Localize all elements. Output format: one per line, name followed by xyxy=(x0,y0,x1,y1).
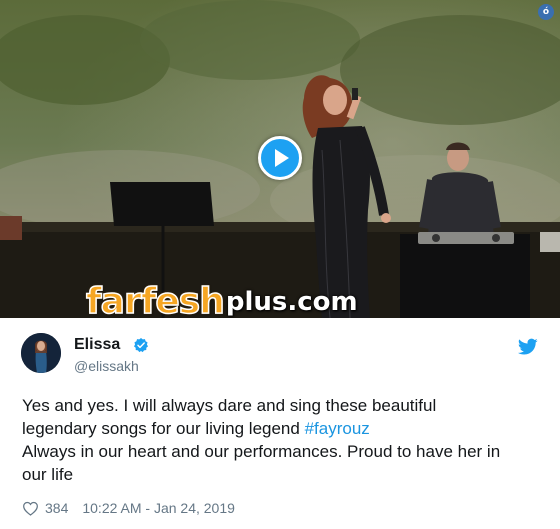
handle[interactable]: @elissakh xyxy=(74,358,139,374)
play-button[interactable] xyxy=(258,136,302,180)
video-player[interactable]: ó farfesh plus.com xyxy=(0,0,560,318)
tweet-text: Yes and yes. I will always dare and sing… xyxy=(22,394,542,486)
play-icon xyxy=(275,149,289,167)
avatar[interactable] xyxy=(21,333,61,373)
tweet-card: Elissa @elissakh Yes and yes. I will alw… xyxy=(0,318,560,529)
avatar-image xyxy=(21,333,61,373)
watermark-logo: farfesh plus.com xyxy=(85,281,358,318)
tweet-meta: 384 10:22 AM - Jan 24, 2019 xyxy=(22,500,235,516)
watermark-suffix: plus.com xyxy=(225,287,358,317)
hashtag-link[interactable]: #fayrouz xyxy=(305,419,370,438)
twitter-bird-icon[interactable] xyxy=(518,338,538,356)
tweet-line-1: Yes and yes. I will always dare and sing… xyxy=(22,396,437,415)
tweet-line-2: legendary songs for our living legend #f… xyxy=(22,417,542,440)
watermark-main: farfesh xyxy=(85,281,225,318)
display-name[interactable]: Elissa xyxy=(74,336,120,354)
tweet-line-2-text: legendary songs for our living legend xyxy=(22,419,305,438)
tweet-line-3: Always in our heart and our performances… xyxy=(22,442,501,461)
verified-badge-icon xyxy=(134,338,148,353)
corner-badge: ó xyxy=(538,4,554,20)
heart-icon[interactable] xyxy=(22,501,39,516)
tweet-line-4: our life xyxy=(22,465,74,484)
like-count: 384 xyxy=(45,500,69,516)
timestamp[interactable]: 10:22 AM - Jan 24, 2019 xyxy=(82,500,235,516)
